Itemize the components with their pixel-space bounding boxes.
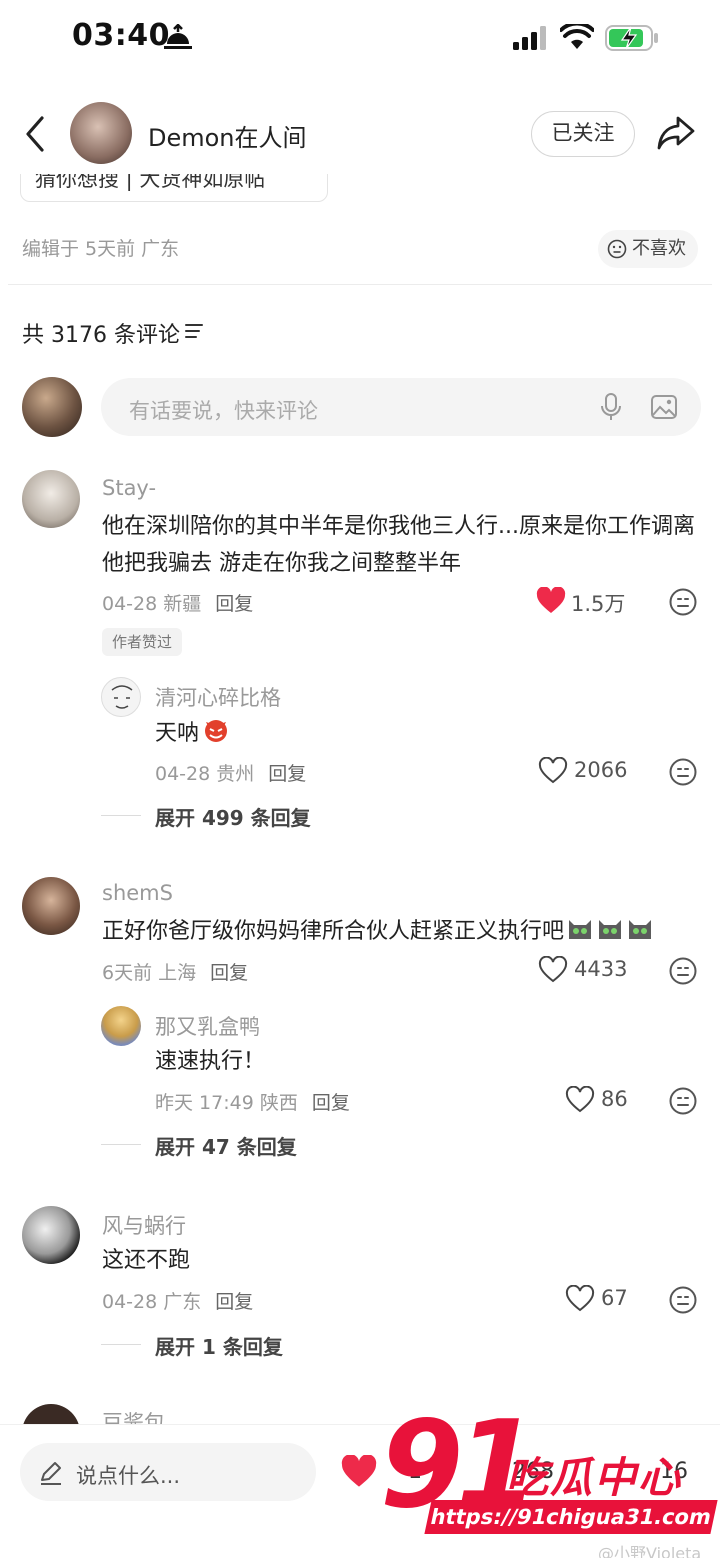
my-avatar [22,377,82,437]
share-icon[interactable] [656,114,696,152]
heart-filled-icon [536,587,566,613]
reply-meta: 04-28 贵州 回复 [155,763,307,785]
comment-options-icon[interactable] [668,956,698,986]
like-button[interactable]: 2066 [538,756,638,786]
watermark-handle: @小野Violeta [598,1544,702,1558]
post-header: Demon在人间 已关注 [0,96,720,172]
reply-button[interactable]: 回复 [312,1092,350,1114]
expand-divider [101,1144,141,1145]
post-edit-meta: 编辑于 5天前 广东 [22,238,180,260]
like-count: 67 [601,1286,628,1310]
watermark-url: https://91chigua31.com [424,1500,718,1534]
follow-button[interactable]: 已关注 [531,111,635,157]
like-button[interactable]: 86 [565,1085,645,1115]
like-count: 86 [601,1087,628,1111]
like-button[interactable]: 1.5万 [536,586,636,616]
say-something-input[interactable]: 说点什么... [20,1443,316,1501]
comment-input[interactable]: 有话要说，快来评论 [101,378,701,436]
dislike-button[interactable]: 不喜欢 [598,230,698,268]
replier-name[interactable]: 那又乳盒鸭 [155,1011,260,1041]
comment-text: 正好你爸厅级你妈妈律所合伙人赶紧正义执行吧 [102,913,654,950]
comment-input-placeholder: 有话要说，快来评论 [129,399,318,423]
commenter-name[interactable]: 豆酱包 [102,1404,165,1424]
pencil-icon [41,1462,61,1485]
cat-emoji-icon [629,920,652,939]
like-count: 1.5万 [571,592,626,616]
commenter-name[interactable]: 风与蜗行 [102,1210,186,1240]
sort-icon[interactable] [184,322,206,340]
like-button[interactable]: 67 [565,1284,645,1314]
comment-text: 这还不跑 [102,1248,191,1273]
comment-options-icon[interactable] [668,757,698,787]
expand-replies-button[interactable]: 展开 1 条回复 [155,1331,283,1360]
heart-outline-icon [538,956,568,983]
neutral-face-icon [607,239,627,259]
say-placeholder: 说点什么... [76,1464,181,1488]
watermark-brand: 吃瓜中心 [506,1453,683,1502]
cat-emoji-icon [569,920,592,939]
signal-icon [513,26,546,50]
expand-divider [101,815,141,816]
comment-options-icon[interactable] [668,587,698,617]
author-avatar[interactable] [70,102,132,164]
expand-divider [101,1344,141,1345]
comment-meta: 6天前 上海 回复 [102,962,249,984]
reply-button[interactable]: 回复 [215,593,253,615]
heart-outline-icon [565,1086,595,1113]
commenter-name[interactable]: shemS [102,881,173,905]
author-name[interactable]: Demon在人间 [148,118,307,153]
reply-button[interactable]: 回复 [210,962,248,984]
image-icon[interactable] [650,393,678,421]
microphone-icon[interactable] [599,392,623,422]
reply-text: 天呐 [155,714,231,752]
comment-count: 共 3176 条评论 [22,323,180,348]
reply-meta: 昨天 17:49 陕西 回复 [155,1092,350,1114]
commenter-avatar[interactable] [22,877,80,935]
comment-text: 他在深圳陪你的其中半年是你我他三人行...原来是你工作调离 他把我骗去 游走在你… [102,514,695,576]
status-time: 03:40 [72,18,170,53]
battery-charging-icon [605,25,658,51]
site-watermark: 91 吃瓜中心 https://91chigua31.com @小野Violet… [360,1396,720,1558]
author-liked-badge: 作者赞过 [102,628,183,656]
comment-meta: 04-28 新疆 回复 [102,593,254,615]
replier-avatar[interactable] [101,1006,141,1046]
commenter-name[interactable]: Stay- [102,476,156,500]
expand-replies-button[interactable]: 展开 47 条回复 [155,1131,297,1160]
divider [8,284,712,285]
commenter-avatar[interactable] [22,470,80,528]
reply-button[interactable]: 回复 [215,1291,253,1313]
commenter-avatar[interactable] [22,1404,80,1424]
comment-options-icon[interactable] [668,1086,698,1116]
sunrise-icon [164,24,192,49]
back-arrow-icon[interactable] [20,114,50,154]
reply-button[interactable]: 回复 [268,763,306,785]
comment-meta: 04-28 广东 回复 [102,1291,254,1313]
cat-emoji-icon [599,920,622,939]
search-suggestion-chip[interactable]: 猜你想搜 | 大货神如原帖 [20,174,328,204]
wifi-icon [560,24,594,49]
like-count: 4433 [574,957,628,981]
sketch-face-icon [111,685,133,709]
replier-name[interactable]: 清河心碎比格 [155,682,281,712]
like-count: 2066 [574,758,628,782]
reply-text: 速速执行！ [155,1049,266,1074]
dislike-label: 不喜欢 [632,238,686,259]
heart-outline-icon [565,1285,595,1312]
devil-emoji-icon [205,720,228,742]
status-bar: 03:40 [0,0,720,80]
like-button[interactable]: 4433 [538,955,638,985]
commenter-avatar[interactable] [22,1206,80,1264]
expand-replies-button[interactable]: 展开 499 条回复 [155,802,311,831]
comment-options-icon[interactable] [668,1285,698,1315]
replier-avatar[interactable] [101,677,141,717]
heart-outline-icon [538,757,568,784]
